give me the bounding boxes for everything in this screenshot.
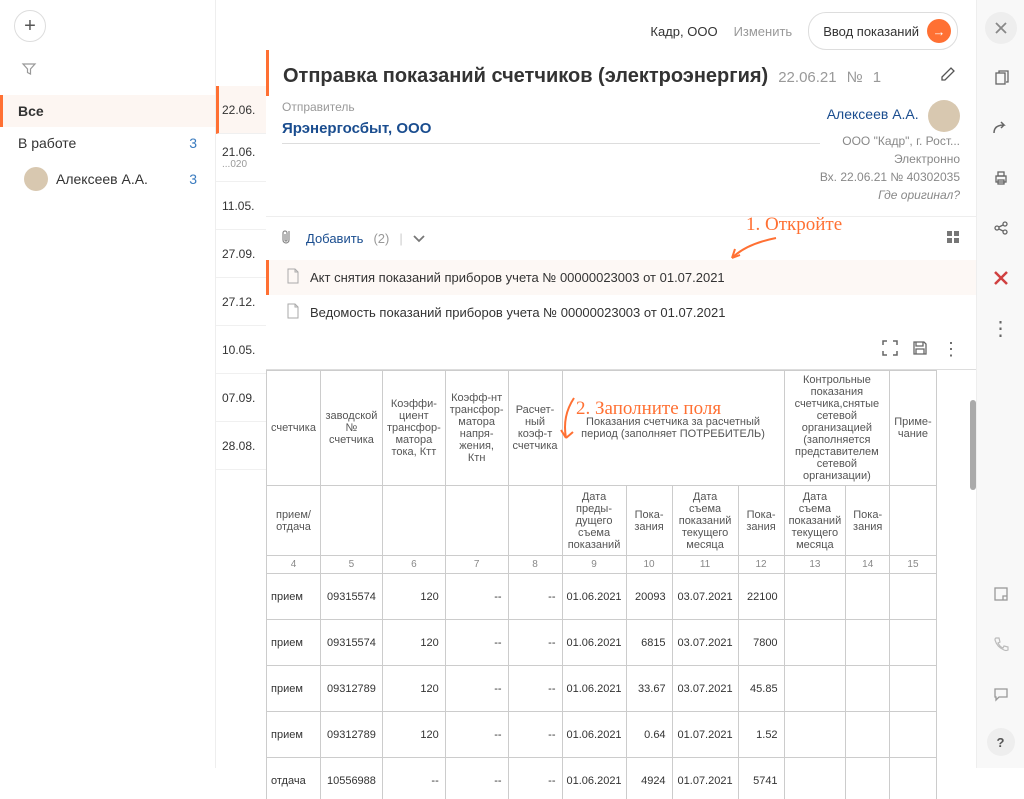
help-icon[interactable]: ? <box>987 728 1015 756</box>
nav-item[interactable]: Алексеев А.А.3 <box>0 159 215 199</box>
timeline-dates: 22.06.21.06....02011.05.27.09.27.12.10.0… <box>216 0 266 768</box>
file-icon <box>286 303 300 322</box>
scrollbar-thumb[interactable] <box>970 400 976 490</box>
input-readings-button[interactable]: Ввод показаний → <box>808 12 958 50</box>
author-org: ООО "Кадр", г. Рост... <box>820 132 960 150</box>
clip-icon <box>282 229 296 248</box>
more-icon[interactable]: ⋮ <box>942 345 960 354</box>
title-num-label: № <box>847 69 863 86</box>
original-link[interactable]: Где оригинал? <box>820 186 960 204</box>
table-row[interactable]: прием09312789120----01.06.202133.6703.07… <box>267 666 937 712</box>
title-date: 22.06.21 <box>778 69 836 86</box>
attachment-name: Ведомость показаний приборов учета № 000… <box>310 305 725 320</box>
file-icon <box>286 268 300 287</box>
phone-icon[interactable] <box>985 628 1017 660</box>
timeline-date[interactable]: 22.06. <box>216 86 266 134</box>
table-row[interactable]: прием09315574120----01.06.2021681503.07.… <box>267 620 937 666</box>
page-title: Отправка показаний счетчиков (электроэне… <box>283 65 768 88</box>
copy-icon[interactable] <box>985 62 1017 94</box>
timeline-date[interactable]: 27.12. <box>216 278 266 326</box>
note-icon[interactable] <box>985 578 1017 610</box>
right-toolbar: ⋮ ? <box>976 0 1024 768</box>
close-icon[interactable] <box>985 12 1017 44</box>
change-link[interactable]: Изменить <box>734 24 793 39</box>
add-button[interactable]: + <box>14 10 46 42</box>
timeline-date[interactable]: 27.09. <box>216 230 266 278</box>
delivery-method: Электронно <box>820 150 960 168</box>
input-readings-label: Ввод показаний <box>823 24 919 39</box>
table-viewer[interactable]: счетчиказаводской № счетчикаКоэффи-циент… <box>266 369 976 799</box>
attachment-item[interactable]: Ведомость показаний приборов учета № 000… <box>266 295 976 330</box>
avatar[interactable] <box>928 100 960 132</box>
org-name: Кадр, ООО <box>650 24 717 39</box>
forward-icon[interactable] <box>985 112 1017 144</box>
inbox-info: Вх. 22.06.21 № 40302035 <box>820 168 960 186</box>
filter-icon[interactable] <box>22 62 215 79</box>
timeline-date[interactable]: 28.08. <box>216 422 266 470</box>
title-num: 1 <box>873 69 881 86</box>
divider: | <box>399 231 402 246</box>
timeline-date[interactable]: 11.05. <box>216 182 266 230</box>
main-content: Кадр, ООО Изменить Ввод показаний → Отпр… <box>266 0 976 768</box>
attachment-item[interactable]: Акт снятия показаний приборов учета № 00… <box>266 260 976 295</box>
add-attachment[interactable]: Добавить <box>306 231 363 246</box>
nav-item[interactable]: В работе3 <box>0 127 215 159</box>
attachment-name: Акт снятия показаний приборов учета № 00… <box>310 270 725 285</box>
fullscreen-icon[interactable] <box>882 340 898 359</box>
share-icon[interactable] <box>985 212 1017 244</box>
nav-item[interactable]: Все <box>0 95 215 127</box>
timeline-date[interactable]: 10.05. <box>216 326 266 374</box>
left-sidebar: + ВсеВ работе3Алексеев А.А.3 <box>0 0 216 768</box>
more-vertical-icon[interactable]: ⋮ <box>985 312 1017 344</box>
chat-icon[interactable] <box>985 678 1017 710</box>
sender-label: Отправитель <box>282 100 820 114</box>
table-row[interactable]: отдача10556988------01.06.2021492401.07.… <box>267 758 937 799</box>
timeline-date[interactable]: 07.09. <box>216 374 266 422</box>
sender-name[interactable]: Ярэнергосбыт, ООО <box>282 120 820 144</box>
chevron-down-icon[interactable] <box>413 231 425 246</box>
save-icon[interactable] <box>912 340 928 359</box>
attachment-count: (2) <box>373 231 389 246</box>
delete-icon[interactable] <box>985 262 1017 294</box>
arrow-icon: → <box>927 19 951 43</box>
author-name[interactable]: Алексеев А.А. <box>827 106 919 122</box>
table-row[interactable]: прием09315574120----01.06.20212009303.07… <box>267 574 937 620</box>
edit-icon[interactable] <box>940 64 958 85</box>
timeline-date[interactable]: 21.06....020 <box>216 134 266 182</box>
grid-view-icon[interactable] <box>946 230 960 247</box>
print-icon[interactable] <box>985 162 1017 194</box>
table-row[interactable]: прием09312789120----01.06.20210.6401.07.… <box>267 712 937 758</box>
